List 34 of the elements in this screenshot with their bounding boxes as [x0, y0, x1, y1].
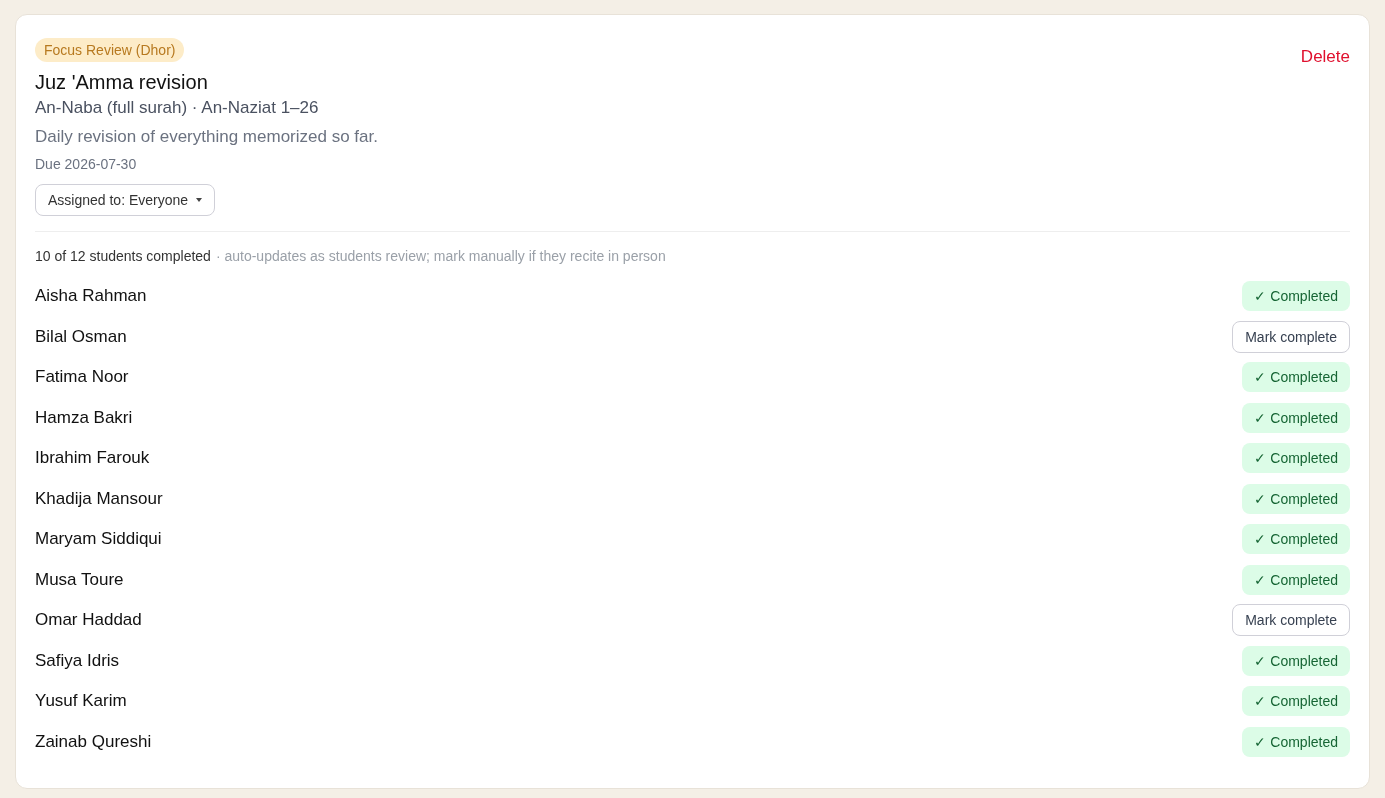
completed-badge: ✓ Completed [1242, 564, 1350, 595]
task-title: Juz 'Amma revision [35, 71, 208, 94]
delete-link[interactable]: Delete [1300, 47, 1350, 67]
assigned-dropdown[interactable]: Assigned to: Everyone [35, 184, 216, 216]
student-name: Bilal Osman [35, 326, 127, 347]
completion-count: 10 of 12 students completed [35, 248, 211, 264]
student-name: Fatima Noor [35, 367, 129, 388]
completed-badge: ✓ Completed [1242, 726, 1350, 757]
mark-complete-button[interactable]: Mark complete [1232, 604, 1350, 637]
mark-complete-button[interactable]: Mark complete [1232, 320, 1350, 353]
task-description: Daily revision of everything memorized so far. [35, 127, 378, 147]
category-tag: Focus Review (Dhor) [35, 38, 185, 62]
student-name: Aisha Rahman [35, 286, 147, 307]
completed-badge: ✓ Completed [1242, 402, 1350, 433]
student-name: Khadija Mansour [35, 488, 163, 509]
completed-badge: ✓ Completed [1242, 443, 1350, 474]
completed-badge: ✓ Completed [1242, 362, 1350, 393]
completed-badge: ✓ Completed [1242, 281, 1350, 312]
task-range: An-Naba (full surah) · An-Naziat 1–26 [35, 98, 319, 118]
caret-icon [196, 198, 203, 202]
student-name: Zainab Qureshi [35, 731, 152, 752]
student-name: Yusuf Karim [35, 691, 127, 712]
student-name: Safiya Idris [35, 650, 120, 671]
student-name: Ibrahim Farouk [35, 448, 150, 469]
completion-note: · auto-updates as students review; mark manually if they recite in person [215, 248, 666, 264]
completed-badge: ✓ Completed [1242, 686, 1350, 717]
student-name: Maryam Siddiqui [35, 529, 162, 550]
student-name: Musa Toure [35, 569, 124, 590]
student-name: Omar Haddad [35, 610, 142, 631]
completed-badge: ✓ Completed [1242, 645, 1350, 676]
completed-badge: ✓ Completed [1242, 524, 1350, 555]
student-name: Hamza Bakri [35, 407, 133, 428]
due-date: Due 2026-07-30 [35, 156, 137, 172]
completed-badge: ✓ Completed [1242, 483, 1350, 514]
